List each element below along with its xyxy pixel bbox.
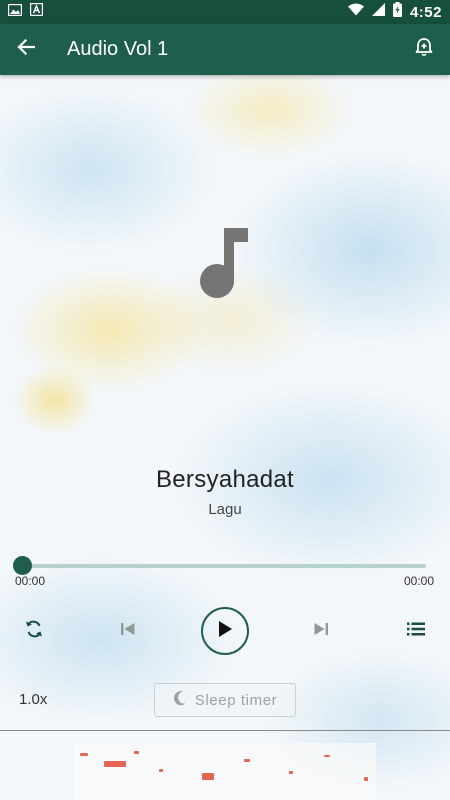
- sleep-timer-label: Sleep timer: [194, 691, 278, 709]
- playlist-icon: [407, 622, 425, 641]
- battery-icon: [392, 2, 402, 22]
- page-title: Audio Vol 1: [67, 38, 169, 60]
- banner-ad[interactable]: [0, 731, 450, 800]
- moon-icon: [173, 690, 187, 711]
- previous-button[interactable]: [116, 619, 140, 643]
- banner-ad-image: [74, 743, 376, 800]
- seek-thumb[interactable]: [13, 556, 32, 575]
- back-button[interactable]: [0, 24, 52, 75]
- repeat-icon: [24, 619, 44, 644]
- sleep-timer-button[interactable]: Sleep timer: [154, 683, 296, 717]
- status-bar: 4:52: [0, 0, 450, 24]
- elapsed-time: 00:00: [15, 574, 46, 588]
- skip-next-icon: [313, 622, 329, 641]
- alarm-add-icon: [414, 37, 434, 62]
- playback-speed[interactable]: 1.0x: [19, 691, 47, 708]
- seek-track: [22, 564, 426, 568]
- signal-icon: [371, 3, 385, 21]
- status-time: 4:52: [409, 3, 442, 21]
- play-icon: [217, 620, 233, 643]
- seek-bar[interactable]: [13, 556, 430, 576]
- arrow-back-icon: [17, 38, 36, 61]
- track-title: Bersyahadat: [155, 466, 295, 493]
- next-button[interactable]: [309, 619, 333, 643]
- total-time: 00:00: [403, 574, 434, 588]
- alarm-add-button[interactable]: [398, 24, 450, 75]
- play-button[interactable]: [201, 607, 249, 655]
- text-a-icon: [29, 2, 44, 21]
- track-subtitle: Lagu: [208, 501, 242, 518]
- repeat-button[interactable]: [20, 617, 48, 645]
- watercolor-background: [0, 0, 450, 800]
- skip-previous-icon: [120, 622, 136, 641]
- image-icon: [7, 3, 23, 21]
- wifi-icon: [347, 3, 364, 21]
- playlist-button[interactable]: [403, 618, 429, 644]
- app-bar: Audio Vol 1: [0, 24, 450, 75]
- music-note-icon: [195, 222, 255, 302]
